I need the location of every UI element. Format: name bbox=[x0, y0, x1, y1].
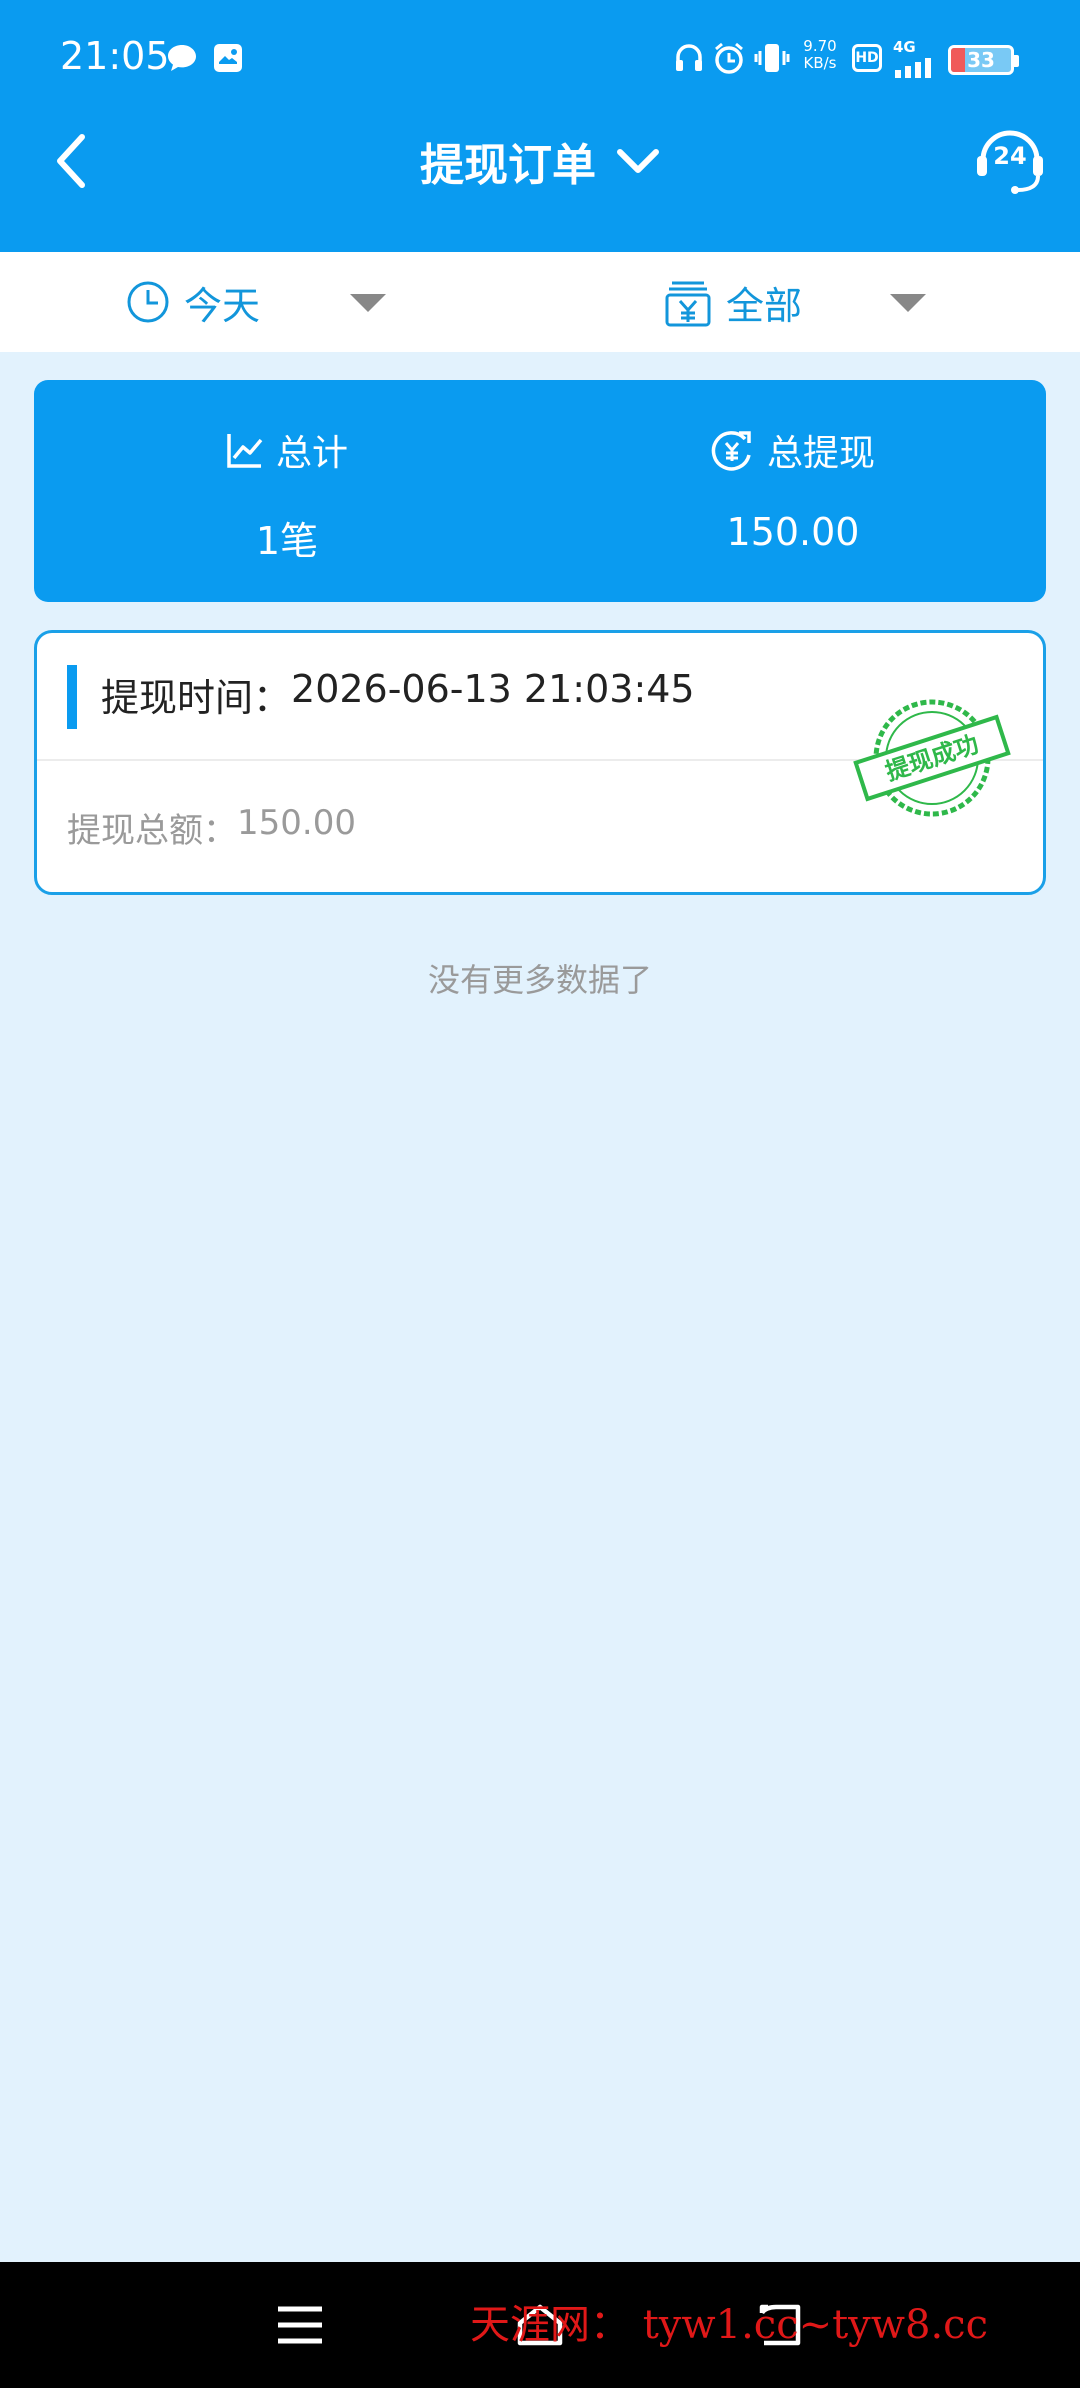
success-stamp: 提现成功 bbox=[853, 699, 1011, 817]
message-icon bbox=[166, 40, 198, 76]
list-end-text: 没有更多数据了 bbox=[427, 961, 652, 999]
caret-down-icon bbox=[350, 294, 386, 312]
signal-icon bbox=[895, 58, 931, 78]
network-speed-value: 9.70 bbox=[803, 37, 837, 55]
order-time: 提现时间： 2026-06-13 21:03:45 bbox=[101, 667, 695, 722]
clock-icon bbox=[127, 281, 169, 323]
order-accent-bar bbox=[67, 665, 77, 729]
battery-level: 33 bbox=[967, 48, 995, 72]
menu-icon bbox=[278, 2306, 322, 2344]
yuan-refresh-icon bbox=[711, 431, 751, 471]
alarm-icon bbox=[712, 40, 746, 76]
page-title: 提现订单 bbox=[420, 140, 596, 191]
app-header: 21:05 9.70 KB/s HD 4G 33 提现订单 24 bbox=[0, 0, 1080, 252]
date-filter[interactable]: 今天 bbox=[126, 252, 386, 352]
battery-indicator: 33 bbox=[948, 45, 1019, 75]
date-filter-label: 今天 bbox=[184, 283, 261, 328]
summary-withdraw-label: 总提现 bbox=[766, 433, 875, 474]
watermark-text: 天涯网： tyw1.cc~tyw8.cc bbox=[470, 2302, 988, 2348]
vibrate-icon bbox=[754, 40, 790, 76]
type-filter[interactable]: 全部 bbox=[664, 252, 926, 352]
order-time-label: 提现时间： bbox=[101, 676, 292, 720]
withdraw-order-card[interactable]: 提现时间： 2026-06-13 21:03:45 提现总额： 150.00 提… bbox=[34, 630, 1046, 895]
chevron-down-icon bbox=[617, 149, 659, 173]
network-speed-unit: KB/s bbox=[803, 54, 837, 72]
order-time-value: 2026-06-13 21:03:45 bbox=[291, 667, 695, 711]
yuan-box-icon bbox=[665, 281, 711, 327]
network-speed: 9.70 KB/s bbox=[800, 38, 840, 72]
summary-total-label: 总计 bbox=[275, 433, 348, 474]
order-amount-value: 150.00 bbox=[237, 803, 356, 843]
status-time: 21:05 bbox=[60, 34, 170, 78]
summary-withdraw: 总提现 150.00 bbox=[540, 380, 1046, 602]
order-amount: 提现总额： 150.00 bbox=[67, 803, 356, 852]
summary-total-value: 1笔 bbox=[255, 519, 319, 563]
trend-chart-icon bbox=[227, 434, 263, 468]
summary-withdraw-value: 150.00 bbox=[726, 510, 860, 554]
system-nav-bar: 天涯网： tyw1.cc~tyw8.cc bbox=[0, 2262, 1080, 2388]
headphones-icon bbox=[674, 40, 704, 76]
support-24-label: 24 bbox=[993, 142, 1027, 170]
order-amount-label: 提现总额： bbox=[67, 811, 237, 851]
page-title-dropdown[interactable]: 提现订单 bbox=[0, 128, 1080, 194]
network-type: 4G bbox=[893, 38, 916, 56]
hd-icon: HD bbox=[852, 44, 882, 72]
menu-button[interactable] bbox=[265, 2292, 335, 2358]
type-filter-label: 全部 bbox=[726, 283, 803, 328]
image-notification-icon bbox=[212, 40, 244, 76]
caret-down-icon bbox=[890, 294, 926, 312]
summary-card: 总计 1笔 总提现 150.00 bbox=[34, 380, 1046, 602]
status-bar: 21:05 9.70 KB/s HD 4G 33 bbox=[0, 30, 1080, 90]
filter-bar: 今天 全部 bbox=[0, 252, 1080, 352]
customer-service-button[interactable]: 24 bbox=[975, 124, 1045, 196]
summary-total: 总计 1笔 bbox=[34, 380, 540, 602]
